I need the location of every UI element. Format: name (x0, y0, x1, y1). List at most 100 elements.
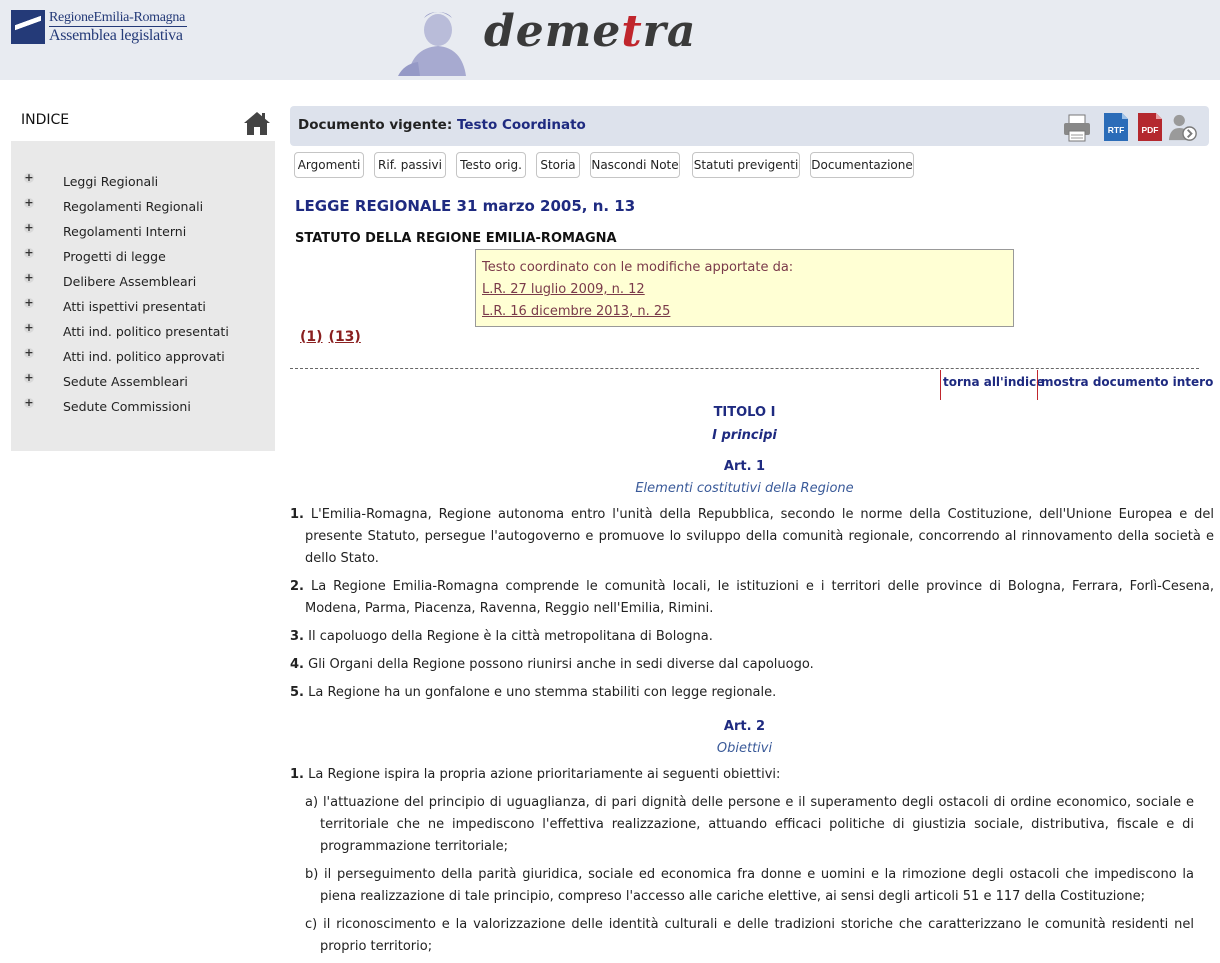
expand-icon[interactable]: + (24, 222, 34, 233)
expand-icon[interactable]: + (24, 297, 34, 308)
article-subtitle: Elementi costitutivi della Regione (635, 481, 854, 496)
paragraph-number: 1. (290, 507, 304, 522)
sidebar-item-sedute-assembleari[interactable]: + Sedute Assembleari (11, 370, 275, 395)
brand-red-letter: t (621, 6, 643, 57)
sidebar-item-label[interactable]: Sedute Commissioni (63, 399, 191, 414)
expand-icon[interactable]: + (24, 322, 34, 333)
footnote-link[interactable]: (1) (300, 329, 323, 345)
paragraph-text: La Regione Emilia-Romagna comprende le c… (305, 579, 1214, 616)
show-full-document-link[interactable]: mostra documento intero (1037, 370, 1213, 400)
index-list: + Leggi Regionali + Regolamenti Regionali … (11, 170, 275, 420)
expand-icon[interactable]: + (24, 247, 34, 258)
footnote-refs: (1) (13) (300, 329, 367, 345)
home-icon[interactable] (243, 110, 271, 136)
article-subtitle: Obiettivi (716, 741, 773, 756)
region-flag-icon (11, 10, 45, 44)
sidebar-item-label[interactable]: Regolamenti Interni (63, 224, 186, 239)
sidebar-item-label[interactable]: Regolamenti Regionali (63, 199, 203, 214)
article-heading: Art. 1 (723, 459, 766, 474)
sidebar-item-label[interactable]: Atti ind. politico presentati (63, 324, 229, 339)
article-paragraph: 3. Il capoluogo della Regione è la città… (290, 626, 1199, 648)
footnote-link[interactable]: (13) (329, 329, 361, 345)
demetra-statue-icon (398, 12, 466, 76)
sidebar-item-regolamenti-interni[interactable]: + Regolamenti Interni (11, 220, 275, 245)
tab-indice[interactable]: INDICE (11, 100, 76, 141)
expand-icon[interactable]: + (24, 397, 34, 408)
tab-indice-label: INDICE (21, 112, 70, 128)
paragraph-text: La Regione ha un gonfalone e uno stemma … (308, 685, 777, 700)
rif-passivi-button[interactable]: Rif. passivi (374, 152, 446, 178)
brand-prefix: deme (484, 6, 622, 57)
article-paragraph: 2. La Regione Emilia-Romagna comprende l… (290, 576, 1214, 620)
expand-icon[interactable]: + (24, 197, 34, 208)
expand-icon[interactable]: + (24, 372, 34, 383)
brand-suffix: ra (642, 6, 697, 57)
demetra-brand: demetra (484, 6, 696, 57)
sidebar-item-label[interactable]: Atti ind. politico approvati (63, 349, 225, 364)
note-intro: Testo coordinato con le modifiche apport… (482, 260, 794, 275)
document-status-value: Testo Coordinato (456, 117, 586, 133)
back-to-index-link[interactable]: torna all'indice (940, 370, 1044, 400)
document-status: Documento vigente: Testo Coordinato (298, 117, 586, 133)
article-paragraph: 1. La Regione ispira la propria azione p… (290, 764, 1199, 786)
paragraph-number: 5. (290, 685, 304, 700)
expand-icon[interactable]: + (24, 272, 34, 283)
sidebar-item-delibere-assembleari[interactable]: + Delibere Assembleari (11, 270, 275, 295)
objective-item: c) il riconoscimento e la valorizzazione… (305, 917, 1194, 954)
statuti-previgenti-button[interactable]: Statuti previgenti (692, 152, 800, 178)
amendment-link[interactable]: L.R. 27 luglio 2009, n. 12 (482, 282, 645, 297)
sidebar-item-label[interactable]: Leggi Regionali (63, 174, 158, 189)
amendment-link[interactable]: L.R. 16 dicembre 2013, n. 25 (482, 304, 670, 319)
sidebar-item-label[interactable]: Delibere Assembleari (63, 274, 196, 289)
title-heading: TITOLO I (713, 405, 776, 420)
paragraph-number: 3. (290, 629, 304, 644)
paragraph-text: La Regione ispira la propria azione prio… (308, 767, 781, 782)
sidebar-item-atti-ispettivi[interactable]: + Atti ispettivi presentati (11, 295, 275, 320)
sidebar-item-label[interactable]: Progetti di legge (63, 249, 166, 264)
article-paragraph: 4. Gli Organi della Regione possono riun… (290, 654, 1199, 676)
logo-line2: Assemblea legislativa (49, 27, 183, 44)
expand-icon[interactable]: + (24, 172, 34, 183)
storia-button[interactable]: Storia (536, 152, 580, 178)
sidebar-item-progetti-di-legge[interactable]: + Progetti di legge (11, 245, 275, 270)
sidebar-item-regolamenti-regionali[interactable]: + Regolamenti Regionali (11, 195, 275, 220)
site-header: RegioneEmilia-Romagna Assemblea legislat… (0, 0, 1220, 80)
documentazione-button[interactable]: Documentazione (810, 152, 914, 178)
nascondi-note-button[interactable]: Nascondi Note (590, 152, 680, 178)
sidebar-item-label[interactable]: Atti ispettivi presentati (63, 299, 206, 314)
law-subtitle: STATUTO DELLA REGIONE EMILIA-ROMAGNA (295, 231, 617, 246)
sidebar-item-leggi-regionali[interactable]: + Leggi Regionali (11, 170, 275, 195)
article-heading: Art. 2 (723, 719, 766, 734)
sidebar-item-atti-politico-approvati[interactable]: + Atti ind. politico approvati (11, 345, 275, 370)
document-status-label: Documento vigente: (298, 117, 453, 133)
document-bar: Documento vigente: Testo Coordinato RTF … (290, 106, 1209, 146)
assemblea-logo[interactable]: RegioneEmilia-Romagna Assemblea legislat… (11, 10, 187, 50)
sidebar-item-sedute-commissioni[interactable]: + Sedute Commissioni (11, 395, 275, 420)
sidebar-item-atti-politico-presentati[interactable]: + Atti ind. politico presentati (11, 320, 275, 345)
print-icon[interactable] (1062, 111, 1092, 143)
paragraph-number: 4. (290, 657, 304, 672)
rtf-export-icon[interactable]: RTF (1102, 111, 1132, 143)
paragraph-text: Il capoluogo della Regione è la città me… (308, 629, 713, 644)
paragraph-text: Gli Organi della Regione possono riunirs… (308, 657, 814, 672)
section-divider (290, 368, 1199, 369)
argomenti-button[interactable]: Argomenti (294, 152, 364, 178)
pdf-label: PDF (1142, 125, 1159, 135)
expand-icon[interactable]: + (24, 347, 34, 358)
logo-line1: RegioneEmilia-Romagna (49, 10, 185, 25)
paragraph-text: L'Emilia-Romagna, Regione autonoma entro… (305, 507, 1214, 566)
user-navigate-icon[interactable] (1168, 111, 1198, 143)
index-sidebar: INDICE + Leggi Regionali + Regolamenti Reg… (11, 100, 275, 451)
paragraph-number: 2. (290, 579, 304, 594)
objective-item: b) il perseguimento della parità giuridi… (305, 867, 1194, 904)
pdf-export-icon[interactable]: PDF (1136, 111, 1166, 143)
sidebar-item-label[interactable]: Sedute Assembleari (63, 374, 188, 389)
article-paragraph: 1. L'Emilia-Romagna, Regione autonoma en… (290, 504, 1214, 570)
law-title: LEGGE REGIONALE 31 marzo 2005, n. 13 (295, 197, 636, 215)
objective-item: a) l'attuazione del principio di uguagli… (305, 795, 1194, 854)
testo-orig-button[interactable]: Testo orig. (456, 152, 526, 178)
modifications-note: Testo coordinato con le modifiche apport… (475, 249, 1014, 327)
title-name: I principi (712, 428, 777, 443)
rtf-label: RTF (1108, 125, 1125, 135)
paragraph-number: 1. (290, 767, 304, 782)
